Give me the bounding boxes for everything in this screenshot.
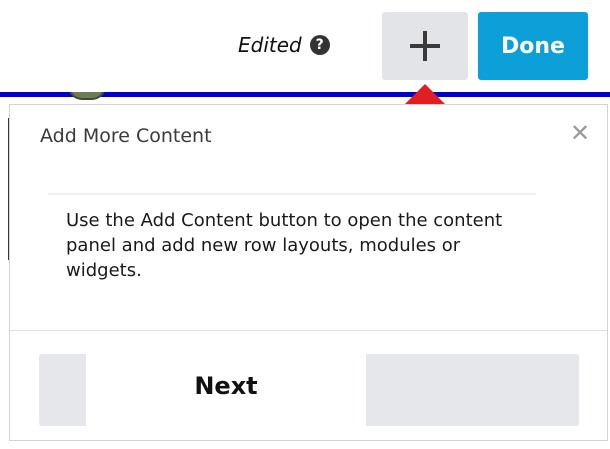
tour-pointer-arrow (405, 84, 445, 104)
tour-popup-title: Add More Content (40, 125, 212, 147)
plus-icon (410, 31, 440, 61)
add-content-button[interactable] (382, 12, 468, 80)
edited-status: Edited ? (232, 20, 336, 70)
question-circle-icon[interactable]: ? (309, 35, 330, 55)
tour-footer-divider (10, 330, 607, 331)
tour-popup-header: Add More Content ✕ (10, 105, 607, 165)
tour-popup-text: Use the Add Content button to open the c… (66, 210, 503, 281)
done-button[interactable]: Done (478, 12, 588, 80)
edited-label: Edited (238, 33, 302, 57)
builder-toolbar: Edited ? Done (0, 0, 610, 92)
tour-popup: Add More Content ✕ Use the Add Content b… (9, 104, 608, 441)
close-icon[interactable]: ✕ (568, 121, 592, 145)
next-button[interactable]: Next (86, 346, 366, 426)
tour-body-separator (48, 193, 536, 195)
